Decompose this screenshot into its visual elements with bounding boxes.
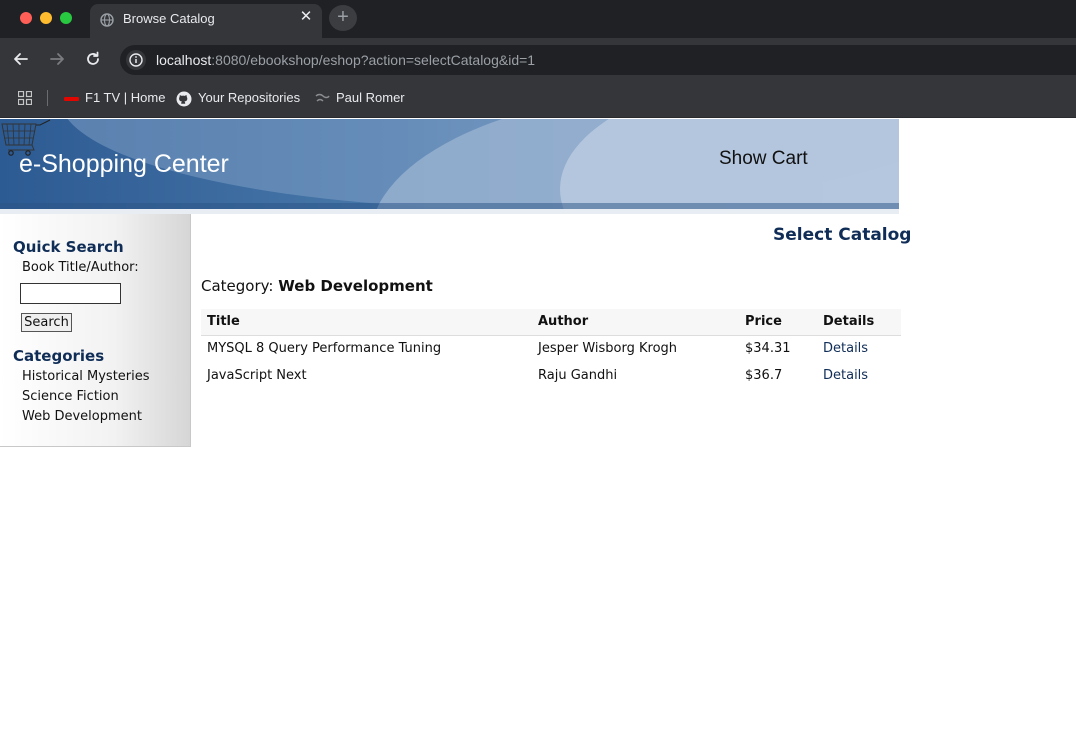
book-title: JavaScript Next: [207, 368, 307, 383]
category-link-web-development[interactable]: Web Development: [22, 409, 142, 424]
window-maximize-button[interactable]: [60, 12, 72, 24]
url-text: localhost:8080/ebookshop/eshop?action=se…: [156, 52, 535, 68]
site-banner: e-Shopping Center Show Cart: [0, 119, 899, 209]
details-link[interactable]: Details: [823, 368, 868, 383]
reload-icon[interactable]: [84, 50, 102, 68]
column-header-details: Details: [817, 309, 901, 336]
category-link-science-fiction[interactable]: Science Fiction: [22, 389, 119, 404]
column-header-price: Price: [739, 309, 817, 336]
show-cart-link[interactable]: Show Cart: [719, 148, 808, 170]
books-table: Title Author Price Details MYSQL 8 Query…: [201, 309, 901, 389]
categories-heading: Categories: [13, 347, 105, 365]
forward-arrow-icon[interactable]: [48, 50, 66, 68]
page-title: Select Catalog: [773, 225, 912, 245]
f1-icon: [64, 97, 79, 101]
column-header-title: Title: [201, 309, 532, 336]
book-author: Raju Gandhi: [538, 368, 618, 383]
browser-titlebar: Browse Catalog ✕ +: [0, 0, 1076, 38]
book-price: $34.31: [745, 341, 791, 357]
book-author: Jesper Wisborg Krogh: [538, 341, 678, 357]
window-minimize-button[interactable]: [40, 12, 52, 24]
github-icon: [176, 91, 192, 107]
address-bar[interactable]: localhost:8080/ebookshop/eshop?action=se…: [120, 45, 1076, 75]
bookmark-label: F1 TV | Home: [85, 90, 166, 105]
search-input[interactable]: [20, 283, 121, 304]
sidebar: Quick Search Book Title/Author: Search C…: [0, 214, 191, 447]
bookmarks-separator: [47, 90, 48, 106]
bookmark-label: Paul Romer: [336, 90, 405, 105]
category-name: Web Development: [278, 277, 433, 295]
column-header-author: Author: [532, 309, 739, 336]
book-title-author-label: Book Title/Author:: [22, 260, 139, 275]
category-prefix: Category:: [201, 277, 274, 295]
apps-grid-icon[interactable]: [18, 91, 32, 105]
table-row: MYSQL 8 Query Performance Tuning Jesper …: [201, 335, 901, 362]
site-info-icon[interactable]: [126, 50, 146, 70]
search-button[interactable]: Search: [21, 313, 72, 332]
quick-search-heading: Quick Search: [13, 238, 124, 256]
globe-icon: [100, 13, 114, 27]
table-header-row: Title Author Price Details: [201, 309, 901, 336]
current-category: Category: Web Development: [201, 277, 433, 295]
new-tab-button[interactable]: +: [329, 5, 357, 31]
category-link-historical-mysteries[interactable]: Historical Mysteries: [22, 369, 150, 384]
table-row: JavaScript Next Raju Gandhi $36.7 Detail…: [201, 362, 901, 389]
shopping-cart-icon[interactable]: [0, 119, 54, 157]
tab-close-icon[interactable]: ✕: [298, 9, 314, 25]
window-close-button[interactable]: [20, 12, 32, 24]
site-icon: [315, 93, 330, 102]
browser-tab[interactable]: Browse Catalog ✕: [90, 4, 322, 38]
back-arrow-icon[interactable]: [12, 50, 30, 68]
tab-title: Browse Catalog: [123, 11, 215, 26]
details-link[interactable]: Details: [823, 341, 868, 356]
book-price: $36.7: [745, 368, 783, 383]
url-host: localhost: [156, 52, 212, 68]
bookmark-label: Your Repositories: [198, 90, 301, 105]
browser-toolbar: localhost:8080/ebookshop/eshop?action=se…: [0, 38, 1076, 80]
book-title: MYSQL 8 Query Performance Tuning: [207, 341, 442, 357]
bookmarks-bar: F1 TV | Home Your Repositories Paul Rome…: [0, 80, 1076, 118]
url-path: :8080/ebookshop/eshop?action=selectCatal…: [211, 52, 536, 68]
